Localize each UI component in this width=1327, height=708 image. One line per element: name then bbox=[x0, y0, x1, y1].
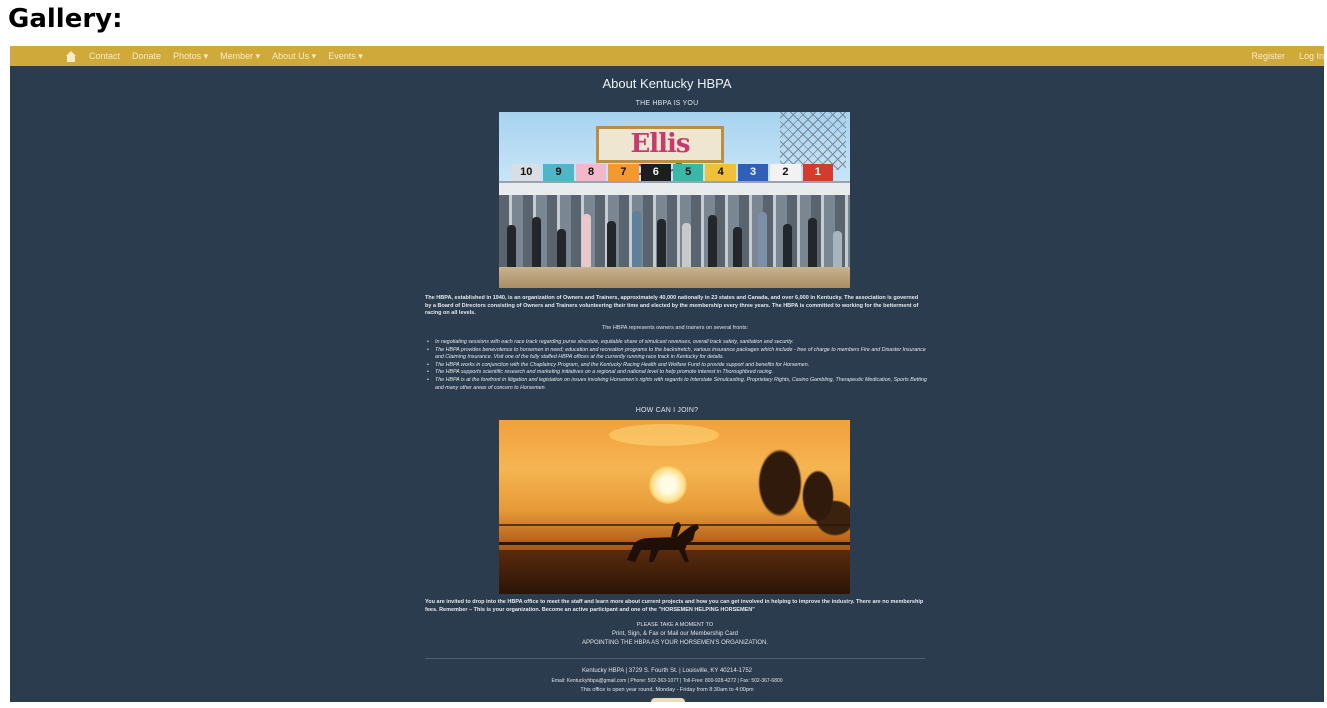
represents-heading: The HBPA represents owners and trainers … bbox=[601, 325, 749, 331]
person-silhouette bbox=[507, 225, 517, 269]
person-silhouette bbox=[757, 212, 767, 269]
dirt-track bbox=[499, 267, 850, 288]
scroll-tab[interactable] bbox=[651, 698, 685, 702]
horsemen-slogan: "HORSEMEN HELPING HORSEMEN" bbox=[658, 606, 755, 613]
login-link[interactable]: Log In bbox=[1299, 51, 1324, 61]
intro-paragraph: The HBPA, established in 1940, is an org… bbox=[425, 295, 925, 318]
nav-member-dropdown[interactable]: Member ▾ bbox=[220, 51, 260, 62]
sun-glow-cloud bbox=[609, 424, 719, 446]
register-link[interactable]: Register bbox=[1251, 51, 1285, 61]
person-silhouette bbox=[607, 221, 617, 269]
tree-silhouettes bbox=[740, 448, 850, 543]
list-item: The HBPA provides benevolence to horseme… bbox=[425, 347, 930, 362]
sun bbox=[649, 466, 687, 504]
nav-left-group: Contact Donate Photos ▾ Member ▾ About U… bbox=[65, 46, 363, 66]
nav-events-dropdown[interactable]: Events ▾ bbox=[328, 51, 363, 62]
gate-number: 3 bbox=[737, 164, 769, 181]
starting-gate-top bbox=[499, 181, 850, 195]
nav-right-group: Register Log In bbox=[1251, 46, 1324, 66]
gate-number: 1 bbox=[802, 164, 834, 181]
gate-number: 10 bbox=[511, 164, 542, 181]
gate-number: 2 bbox=[770, 164, 801, 181]
gate-number: 9 bbox=[543, 164, 574, 181]
person-silhouette bbox=[682, 223, 692, 269]
gate-number-bar: 10 9 8 7 6 5 4 3 2 1 bbox=[511, 164, 834, 181]
sunset-horse-photo bbox=[499, 420, 850, 594]
ellis-park-sign: Ellis Park bbox=[596, 126, 724, 190]
home-icon[interactable] bbox=[65, 50, 77, 62]
person-silhouette bbox=[832, 231, 842, 269]
website-screenshot: Contact Donate Photos ▾ Member ▾ About U… bbox=[10, 46, 1324, 702]
light-tower bbox=[780, 112, 846, 170]
top-navbar: Contact Donate Photos ▾ Member ▾ About U… bbox=[10, 46, 1324, 66]
membership-card-link[interactable]: Print, Sign, & Fax or Mail our Membershi… bbox=[425, 631, 925, 637]
services-list: In negotiating sessions with each race t… bbox=[425, 339, 930, 392]
page-title: About Kentucky HBPA bbox=[602, 76, 732, 91]
footer-divider bbox=[425, 658, 925, 659]
intro-text: The HBPA, established in 1940, is an org… bbox=[425, 295, 919, 316]
group-of-people bbox=[499, 204, 850, 269]
footer-contact: Email: Kentuckyhbpa@gmail.com | Phone: 5… bbox=[551, 678, 783, 684]
invite-paragraph: You are invited to drop into the HBPA of… bbox=[425, 599, 925, 614]
list-item: The HBPA is at the forefront in litigati… bbox=[425, 377, 930, 392]
person-silhouette bbox=[657, 219, 667, 269]
please-take-moment: PLEASE TAKE A MOMENT TO bbox=[636, 622, 714, 628]
person-silhouette bbox=[532, 217, 542, 269]
person-silhouette bbox=[582, 214, 592, 269]
section-subtitle: THE HBPA IS YOU bbox=[635, 100, 699, 107]
join-heading: HOW CAN I JOIN? bbox=[635, 407, 699, 414]
list-item: The HBPA supports scientific research an… bbox=[425, 369, 930, 377]
gallery-caption: Gallery: bbox=[8, 4, 123, 34]
person-silhouette bbox=[807, 218, 817, 269]
person-silhouette bbox=[632, 211, 642, 269]
person-silhouette bbox=[732, 227, 742, 269]
horse-and-rider-silhouette bbox=[627, 522, 699, 562]
list-item: In negotiating sessions with each race t… bbox=[425, 339, 930, 347]
appointing-line: APPOINTING THE HBPA AS YOUR HORSEMEN'S O… bbox=[581, 640, 769, 646]
person-silhouette bbox=[707, 215, 717, 269]
nav-donate[interactable]: Donate bbox=[132, 51, 161, 61]
person-silhouette bbox=[557, 229, 567, 269]
gate-number: 5 bbox=[673, 164, 704, 181]
nav-contact[interactable]: Contact bbox=[89, 51, 120, 61]
ellis-park-starting-gate-photo: Ellis Park 10987654321 bbox=[499, 112, 850, 288]
nav-about-us-dropdown[interactable]: About Us ▾ bbox=[272, 51, 316, 62]
gate-number: 8 bbox=[575, 164, 607, 181]
footer-hours: This office is open year round, Monday -… bbox=[580, 687, 754, 693]
gate-number: 6 bbox=[640, 164, 672, 181]
list-item: The HBPA works in conjunction with the C… bbox=[425, 362, 930, 370]
person-silhouette bbox=[782, 224, 792, 269]
gate-number: 7 bbox=[608, 164, 639, 181]
footer-address: Kentucky HBPA | 3729 S. Fourth St. | Lou… bbox=[582, 668, 752, 674]
nav-photos-dropdown[interactable]: Photos ▾ bbox=[173, 51, 208, 62]
gate-number: 4 bbox=[705, 164, 736, 181]
